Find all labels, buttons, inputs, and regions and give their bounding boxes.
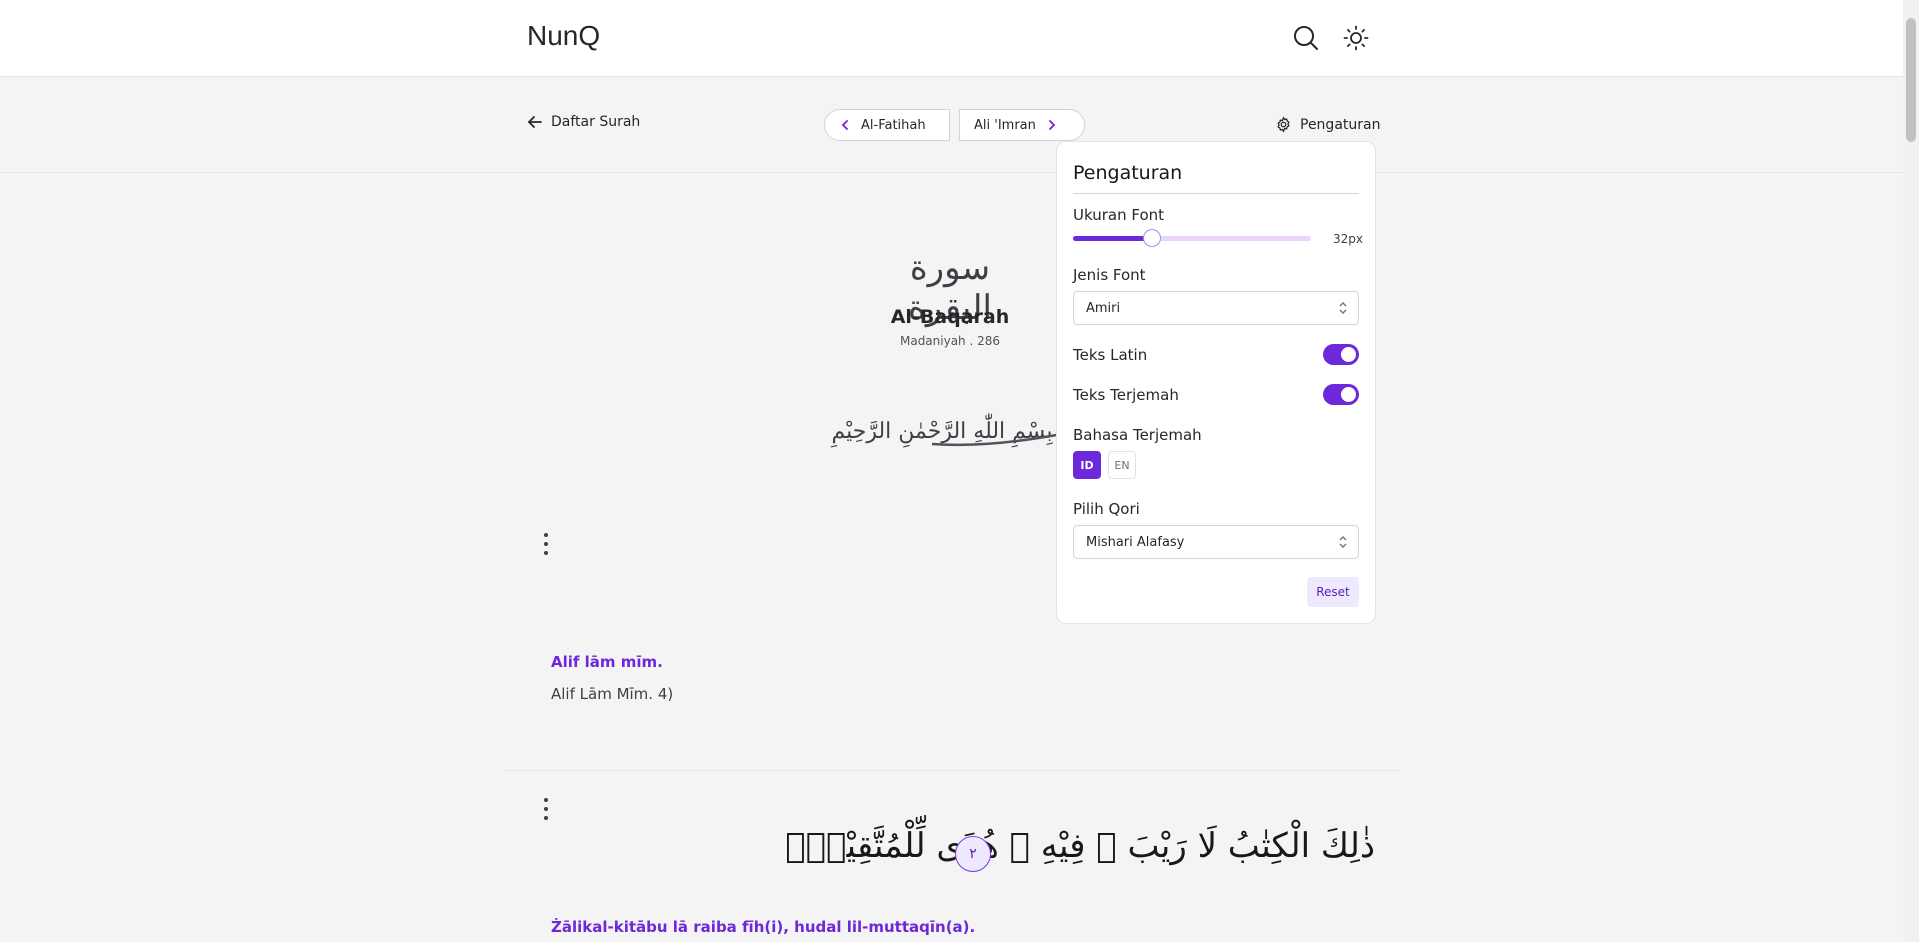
- back-to-surah-list-link[interactable]: Daftar Surah: [527, 114, 640, 130]
- language-en-button[interactable]: EN: [1108, 451, 1136, 479]
- chevron-up-down-icon: [1339, 536, 1347, 548]
- verse-translation-text: Alif Lām Mīm. 4): [551, 685, 674, 703]
- next-surah-label: Ali 'Imran: [974, 117, 1036, 133]
- settings-button[interactable]: Pengaturan: [1275, 116, 1380, 133]
- chevron-up-down-icon: [1339, 302, 1347, 314]
- font-type-label: Jenis Font: [1073, 266, 1146, 284]
- translation-text-toggle[interactable]: [1323, 384, 1359, 405]
- surah-meta: Madaniyah . 286: [899, 334, 1001, 348]
- sun-icon[interactable]: [1340, 22, 1372, 54]
- settings-panel: Pengaturan Ukuran Font 32px Jenis Font A…: [1056, 141, 1376, 624]
- verse-latin-text: Żālikal-kitābu lā raiba fīh(i), hudal li…: [551, 918, 976, 936]
- chevron-left-icon: [841, 120, 848, 130]
- back-label: Daftar Surah: [551, 114, 641, 130]
- font-type-select[interactable]: Amiri: [1073, 291, 1359, 325]
- translation-language-label: Bahasa Terjemah: [1073, 426, 1202, 444]
- latin-text-toggle[interactable]: [1323, 344, 1359, 365]
- top-bar: NunQ: [0, 0, 1903, 77]
- language-id-button[interactable]: ID: [1073, 451, 1101, 479]
- verse-latin-text: Alif lām mīm.: [551, 653, 663, 671]
- verse-options-icon[interactable]: [542, 798, 550, 820]
- scrollbar-thumb[interactable]: [1906, 18, 1916, 142]
- basmalah-text: بِسْمِ اللّٰهِ الرَّحْمٰنِ الرَّحِيْمِ: [831, 413, 1054, 448]
- reset-button[interactable]: Reset: [1307, 577, 1359, 607]
- next-surah-button[interactable]: Ali 'Imran: [959, 109, 1085, 141]
- brand-logo[interactable]: NunQ: [527, 20, 600, 52]
- verse-arabic-text: ذٰلِكَ الْكِتٰبُ لَا رَيْبَ ۛ فِيْهِ ۛ ه…: [785, 826, 1375, 866]
- latin-text-label: Teks Latin: [1073, 346, 1148, 364]
- qori-value: Mishari Alafasy: [1086, 534, 1185, 550]
- basmalah-calligraphy: بِسْمِ اللّٰهِ الرَّحْمٰنِ الرَّحِيْمِ: [812, 398, 1063, 458]
- translation-text-label: Teks Terjemah: [1073, 386, 1179, 404]
- search-icon[interactable]: [1290, 22, 1322, 54]
- gear-icon: [1277, 116, 1290, 133]
- font-size-slider-fill: [1073, 236, 1152, 241]
- ayah-number-badge: ٢: [955, 836, 991, 872]
- chevron-right-icon: [1048, 120, 1056, 130]
- arrow-left-icon: [528, 116, 542, 128]
- qori-select[interactable]: Mishari Alafasy: [1073, 525, 1359, 559]
- verse-divider: [504, 770, 1400, 771]
- previous-surah-label: Al-Fatihah: [861, 117, 926, 133]
- font-size-slider[interactable]: [1073, 229, 1311, 247]
- font-size-label: Ukuran Font: [1073, 206, 1165, 224]
- surah-name: Al-Baqarah: [890, 306, 1010, 328]
- verse-options-icon[interactable]: [542, 533, 550, 555]
- font-size-value: 32px: [1333, 232, 1363, 246]
- settings-title: Pengaturan: [1073, 162, 1183, 184]
- previous-surah-button[interactable]: Al-Fatihah: [824, 109, 950, 141]
- page-scrollbar[interactable]: [1903, 0, 1919, 942]
- settings-divider: [1073, 193, 1359, 194]
- surah-navigation-bar: [0, 77, 1903, 173]
- qori-label: Pilih Qori: [1073, 500, 1140, 518]
- font-size-slider-thumb[interactable]: [1142, 229, 1161, 247]
- font-type-value: Amiri: [1086, 300, 1121, 316]
- settings-label: Pengaturan: [1300, 116, 1381, 133]
